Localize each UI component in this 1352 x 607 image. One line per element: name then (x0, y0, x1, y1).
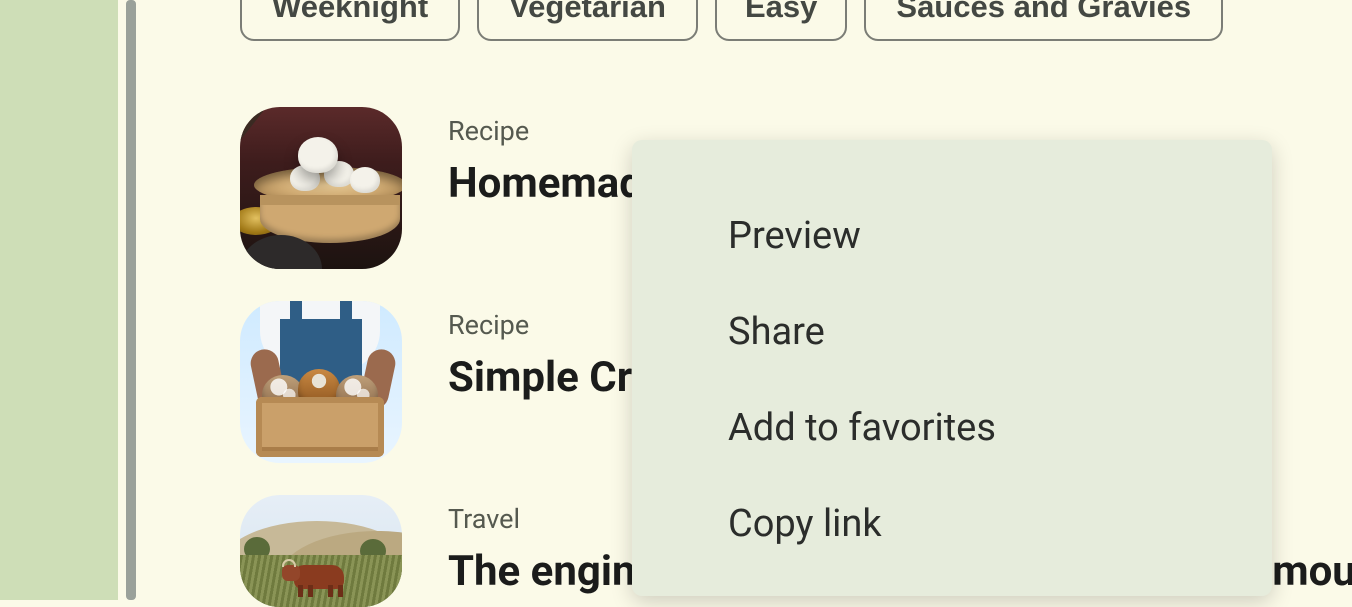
menu-item-copy-link[interactable]: Copy link (632, 476, 1272, 572)
thumbnail-image (240, 301, 402, 463)
pane-divider[interactable] (126, 0, 136, 600)
filter-chip-sauces-gravies[interactable]: Sauces and Gravies (864, 0, 1223, 41)
filter-chip-row: Weeknight Vegetarian Easy Sauces and Gra… (240, 0, 1352, 41)
thumbnail-image (240, 495, 402, 607)
menu-item-preview[interactable]: Preview (632, 188, 1272, 284)
filter-chip-vegetarian[interactable]: Vegetarian (477, 0, 698, 41)
filter-chip-easy[interactable]: Easy (715, 0, 847, 41)
left-rail (0, 0, 118, 600)
thumbnail-image (240, 107, 402, 269)
context-menu: Preview Share Add to favorites Copy link (632, 140, 1272, 596)
menu-item-share[interactable]: Share (632, 284, 1272, 380)
filter-chip-weeknight[interactable]: Weeknight (240, 0, 460, 41)
menu-item-add-favorites[interactable]: Add to favorites (632, 380, 1272, 476)
